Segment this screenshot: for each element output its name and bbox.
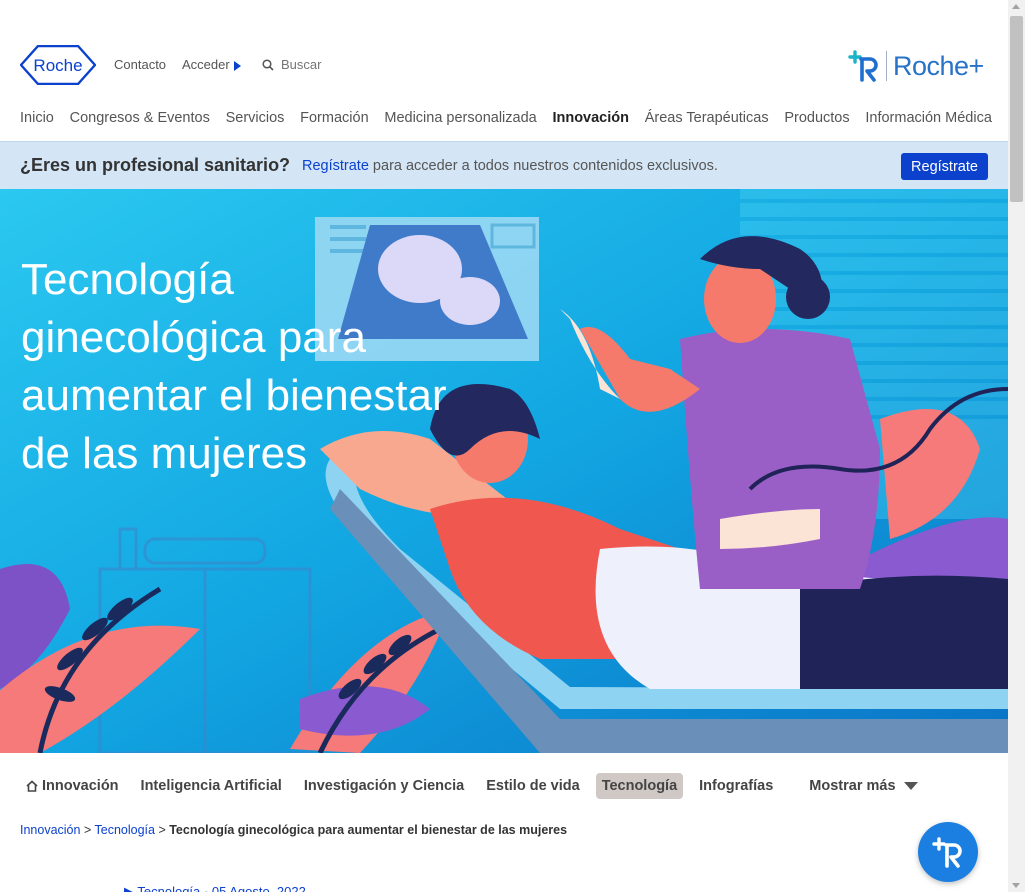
tab-innovacion[interactable]: Innovación bbox=[20, 773, 125, 799]
nav-item-servicios[interactable]: Servicios bbox=[226, 110, 285, 130]
scroll-down-arrow-icon[interactable] bbox=[1012, 883, 1020, 888]
nav-item-areas-terapeuticas[interactable]: Áreas Terapéuticas bbox=[645, 110, 769, 130]
roche-plus-icon bbox=[848, 50, 878, 82]
scrollbar-thumb[interactable] bbox=[1010, 16, 1023, 202]
svg-text:Roche: Roche bbox=[33, 56, 82, 75]
banner-question: ¿Eres un profesional sanitario? bbox=[20, 155, 291, 175]
banner-message-text: para acceder a todos nuestros contenidos… bbox=[368, 158, 718, 174]
registration-banner: ¿Eres un profesional sanitario? Regístra… bbox=[0, 141, 1008, 189]
tab-investigacion-ciencia[interactable]: Investigación y Ciencia bbox=[298, 773, 470, 799]
brand-separator bbox=[886, 51, 887, 81]
nav-item-productos[interactable]: Productos bbox=[784, 110, 849, 130]
contact-link[interactable]: Contacto bbox=[114, 57, 166, 72]
breadcrumb-item-innovacion[interactable]: Innovación bbox=[20, 823, 80, 837]
nav-item-medicina-personalizada[interactable]: Medicina personalizada bbox=[384, 110, 536, 130]
site-header: Roche Contacto Acceder Roche+ Inicio Con… bbox=[0, 0, 1008, 140]
play-arrow-icon: ▶ bbox=[124, 884, 134, 892]
main-nav: Inicio Congresos & Eventos Servicios For… bbox=[20, 110, 992, 130]
scroll-up-arrow-icon[interactable] bbox=[1012, 4, 1020, 9]
page-scrollbar[interactable] bbox=[1008, 0, 1025, 892]
login-label: Acceder bbox=[182, 57, 230, 72]
roche-plus-text: Roche+ bbox=[893, 50, 984, 81]
banner-message: Regístrate para acceder a todos nuestros… bbox=[302, 158, 718, 174]
article-meta: ▶ Tecnología · 05 Agosto, 2022 bbox=[124, 884, 306, 892]
hero-title: Tecnología ginecológica para aumentar el… bbox=[21, 255, 447, 478]
play-arrow-icon bbox=[233, 60, 241, 71]
tab-estilo-de-vida[interactable]: Estilo de vida bbox=[480, 773, 585, 799]
breadcrumb-separator: > bbox=[80, 823, 95, 837]
nav-item-inicio[interactable]: Inicio bbox=[20, 110, 54, 130]
nav-item-innovacion[interactable]: Innovación bbox=[552, 110, 629, 130]
home-icon bbox=[26, 780, 38, 792]
breadcrumb-separator: > bbox=[154, 823, 170, 837]
show-more-button[interactable]: Mostrar más bbox=[803, 773, 923, 799]
breadcrumb: Innovación > Tecnología > Tecnología gin… bbox=[20, 823, 567, 837]
search-box[interactable] bbox=[262, 57, 361, 72]
nav-item-formacion[interactable]: Formación bbox=[300, 110, 369, 130]
search-input[interactable] bbox=[281, 57, 361, 72]
login-link[interactable]: Acceder bbox=[182, 57, 241, 72]
breadcrumb-item-tecnologia[interactable]: Tecnología bbox=[95, 823, 155, 837]
tab-inteligencia-artificial[interactable]: Inteligencia Artificial bbox=[135, 773, 288, 799]
roche-plus-float-button[interactable] bbox=[918, 822, 978, 882]
roche-plus-icon bbox=[932, 837, 962, 868]
register-button[interactable]: Regístrate bbox=[901, 153, 988, 180]
search-icon bbox=[262, 58, 274, 71]
tab-infografias[interactable]: Infografías bbox=[693, 773, 779, 799]
nav-item-informacion-medica[interactable]: Información Médica bbox=[865, 110, 992, 130]
category-tabs: Innovación Inteligencia Artificial Inves… bbox=[20, 771, 924, 801]
article-date: 05 Agosto, 2022 bbox=[211, 884, 306, 892]
roche-logo[interactable]: Roche bbox=[20, 45, 96, 85]
hero-image: Tecnología ginecológica para aumentar el… bbox=[0, 189, 1008, 753]
show-more-label: Mostrar más bbox=[809, 778, 896, 794]
tab-label: Innovación bbox=[42, 778, 119, 794]
roche-plus-logo[interactable]: Roche+ bbox=[846, 47, 988, 85]
tab-tecnologia[interactable]: Tecnología bbox=[595, 773, 684, 799]
caret-down-icon bbox=[903, 782, 918, 790]
register-link[interactable]: Regístrate bbox=[302, 158, 369, 174]
article-category[interactable]: Tecnología bbox=[137, 884, 200, 892]
breadcrumb-current: Tecnología ginecológica para aumentar el… bbox=[169, 823, 568, 837]
nav-item-congresos[interactable]: Congresos & Eventos bbox=[70, 110, 210, 130]
